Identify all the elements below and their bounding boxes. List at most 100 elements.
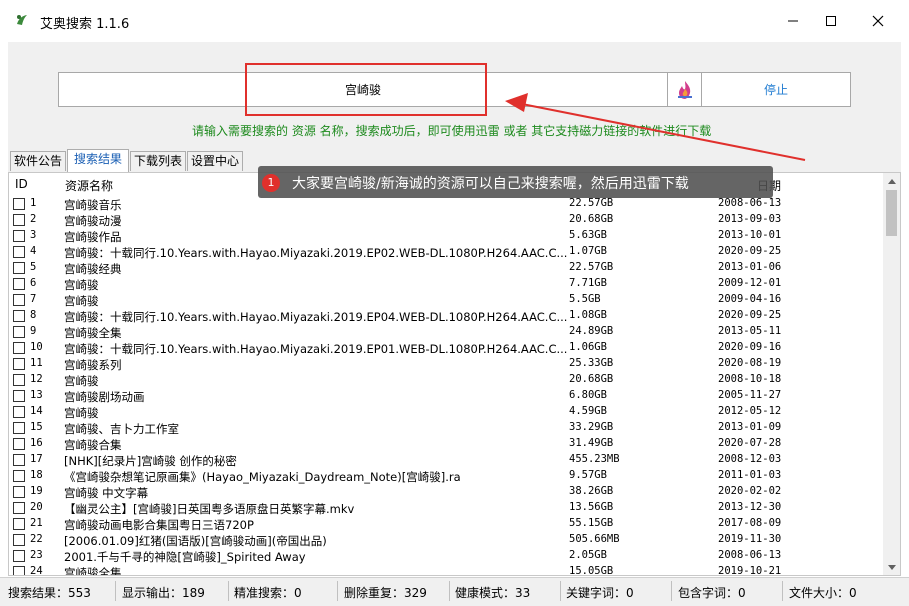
- close-button[interactable]: [855, 0, 901, 42]
- row-checkbox[interactable]: [13, 374, 25, 386]
- table-row[interactable]: 20 【幽灵公主】[宫崎骏]日英国粤多语原盘日英繁字幕.mkv 13.56GB 201…: [9, 500, 885, 516]
- tab-announcement[interactable]: 软件公告: [10, 151, 66, 171]
- row-checkbox[interactable]: [13, 470, 25, 482]
- row-name: 宫崎骏全集: [64, 326, 122, 340]
- row-checkbox[interactable]: [13, 342, 25, 354]
- row-checkbox[interactable]: [13, 246, 25, 258]
- row-name: 宫崎骏音乐: [64, 198, 122, 212]
- row-id: 13: [30, 389, 43, 401]
- row-date: 2020-08-19: [718, 357, 782, 369]
- row-checkbox[interactable]: [13, 534, 25, 546]
- row-checkbox[interactable]: [13, 230, 25, 242]
- table-row[interactable]: 17 [NHK][纪录片]宫崎骏 创作的秘密 455.23MB 2008-12-03: [9, 452, 885, 468]
- header-id[interactable]: ID: [15, 177, 28, 191]
- row-name: 【幽灵公主】[宫崎骏]日英国粤多语原盘日英繁字幕.mkv: [64, 502, 355, 516]
- table-row[interactable]: 13 宫崎骏剧场动画 6.80GB 2005-11-27: [9, 388, 885, 404]
- row-checkbox[interactable]: [13, 278, 25, 290]
- tab-search-results[interactable]: 搜索结果: [67, 149, 129, 172]
- results-list[interactable]: ID 资源名称 日期 1宫崎骏音乐22.57GB2008-06-132宫崎骏动漫…: [8, 172, 901, 576]
- stop-button[interactable]: 停止: [701, 73, 850, 106]
- table-row[interactable]: 7 宫崎骏 5.5GB 2009-04-16: [9, 292, 885, 308]
- search-button[interactable]: [667, 73, 701, 106]
- row-name: 宫崎骏经典: [64, 262, 122, 276]
- row-name: 宫崎骏系列: [64, 358, 122, 372]
- row-checkbox[interactable]: [13, 502, 25, 514]
- vertical-scrollbar[interactable]: [883, 173, 900, 575]
- row-checkbox[interactable]: [13, 422, 25, 434]
- row-id: 1: [30, 197, 37, 209]
- row-checkbox[interactable]: [13, 358, 25, 370]
- table-row[interactable]: 24 宫崎骏全集 15.05GB 2019-10-21: [9, 564, 885, 576]
- row-date: 2020-07-28: [718, 437, 782, 449]
- table-row[interactable]: 19 宫崎骏 中文字幕 38.26GB 2020-02-02: [9, 484, 885, 500]
- row-size: 31.49GB: [569, 437, 614, 449]
- annotation-text: 大家要宫崎骏/新海诚的资源可以自己来搜索喔，然后用迅雷下载: [292, 176, 689, 192]
- row-id: 4: [30, 245, 37, 257]
- row-checkbox[interactable]: [13, 294, 25, 306]
- row-checkbox[interactable]: [13, 438, 25, 450]
- row-name: 宫崎骏：十载同行.10.Years.with.Hayao.Miyazaki.20…: [64, 246, 568, 260]
- scroll-up-button[interactable]: [883, 173, 900, 189]
- table-row[interactable]: 14 宫崎骏 4.59GB 2012-05-12: [9, 404, 885, 420]
- row-date: 2020-09-16: [718, 341, 782, 353]
- table-row[interactable]: 18 《宫崎骏杂想笔记原画集》(Hayao_Miyazaki_Daydream_N…: [9, 468, 885, 484]
- row-checkbox[interactable]: [13, 390, 25, 402]
- maximize-button[interactable]: [808, 0, 854, 42]
- scroll-thumb[interactable]: [886, 190, 897, 236]
- row-size: 20.68GB: [569, 213, 614, 225]
- table-row[interactable]: 22 [2006.01.09]红猪(国语版)[宫崎骏动画](帝国出品) 505.66…: [9, 532, 885, 548]
- header-name[interactable]: 资源名称: [65, 177, 113, 194]
- app-logo-icon: [14, 12, 30, 28]
- window-title: 艾奥搜索 1.1.6: [40, 17, 130, 32]
- status-divider: [671, 581, 672, 601]
- row-size: 15.05GB: [569, 565, 614, 576]
- row-checkbox[interactable]: [13, 326, 25, 338]
- row-checkbox[interactable]: [13, 198, 25, 210]
- row-checkbox[interactable]: [13, 454, 25, 466]
- table-row[interactable]: 9 宫崎骏全集 24.89GB 2013-05-11: [9, 324, 885, 340]
- row-date: 2017-08-09: [718, 517, 782, 529]
- table-row[interactable]: 15 宫崎骏、吉卜力工作室 33.29GB 2013-01-09: [9, 420, 885, 436]
- scroll-down-button[interactable]: [883, 559, 900, 575]
- row-checkbox[interactable]: [13, 566, 25, 575]
- tab-settings[interactable]: 设置中心: [187, 151, 243, 171]
- minimize-icon: [788, 20, 798, 22]
- status-exact: 精准搜索：0: [234, 586, 302, 600]
- row-name: 宫崎骏剧场动画: [64, 390, 145, 404]
- row-checkbox[interactable]: [13, 518, 25, 530]
- row-date: 2020-09-25: [718, 309, 782, 321]
- table-row[interactable]: 11 宫崎骏系列 25.33GB 2020-08-19: [9, 356, 885, 372]
- row-checkbox[interactable]: [13, 214, 25, 226]
- table-row[interactable]: 8 宫崎骏：十载同行.10.Years.with.Hayao.Miyazaki.2…: [9, 308, 885, 324]
- row-checkbox[interactable]: [13, 310, 25, 322]
- annotation-badge: 1: [262, 174, 280, 192]
- row-size: 4.59GB: [569, 405, 607, 417]
- row-id: 10: [30, 341, 43, 353]
- row-id: 8: [30, 309, 37, 321]
- row-date: 2011-01-03: [718, 469, 782, 481]
- status-search-results: 搜索结果：553: [8, 586, 91, 600]
- table-row[interactable]: 1 宫崎骏音乐 22.57GB 2008-06-13: [9, 196, 885, 212]
- row-checkbox[interactable]: [13, 550, 25, 562]
- row-size: 55.15GB: [569, 517, 614, 529]
- status-divider: [337, 581, 338, 601]
- table-row[interactable]: 12 宫崎骏 20.68GB 2008-10-18: [9, 372, 885, 388]
- table-row[interactable]: 6 宫崎骏 7.71GB 2009-12-01: [9, 276, 885, 292]
- row-checkbox[interactable]: [13, 406, 25, 418]
- table-row[interactable]: 23 2001.千与千寻的神隐[宫崎骏]_Spirited Away 2.05GB 2…: [9, 548, 885, 564]
- table-row[interactable]: 2 宫崎骏动漫 20.68GB 2013-09-03: [9, 212, 885, 228]
- row-size: 5.63GB: [569, 229, 607, 241]
- annotation-callout: 1 大家要宫崎骏/新海诚的资源可以自己来搜索喔，然后用迅雷下载: [258, 166, 773, 198]
- table-row[interactable]: 5 宫崎骏经典 22.57GB 2013-01-06: [9, 260, 885, 276]
- table-row[interactable]: 3 宫崎骏作品 5.63GB 2013-10-01: [9, 228, 885, 244]
- row-size: 6.80GB: [569, 389, 607, 401]
- table-row[interactable]: 4 宫崎骏：十载同行.10.Years.with.Hayao.Miyazaki.2…: [9, 244, 885, 260]
- table-row[interactable]: 10 宫崎骏：十载同行.10.Years.with.Hayao.Miyazaki.…: [9, 340, 885, 356]
- table-row[interactable]: 16 宫崎骏合集 31.49GB 2020-07-28: [9, 436, 885, 452]
- search-hint: 请输入需要搜索的 资源 名称，搜索成功后，即可使用迅雷 或者 其它支持磁力链接的…: [192, 124, 712, 138]
- row-checkbox[interactable]: [13, 486, 25, 498]
- status-shown: 显示输出：189: [122, 586, 205, 600]
- row-checkbox[interactable]: [13, 262, 25, 274]
- table-row[interactable]: 21 宫崎骏动画电影合集国粤日三语720P 55.15GB 2017-08-09: [9, 516, 885, 532]
- tab-download-list[interactable]: 下载列表: [130, 151, 186, 171]
